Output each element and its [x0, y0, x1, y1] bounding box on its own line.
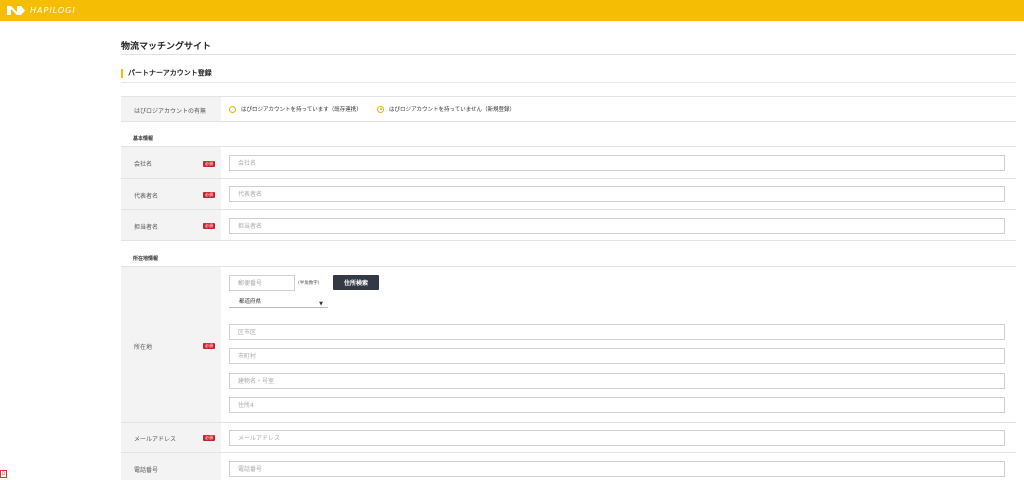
radio-circle-icon[interactable] — [229, 105, 236, 113]
building-input[interactable] — [229, 373, 1005, 389]
chevron-down-icon: ▼ — [319, 301, 323, 307]
required-badge: 必須 — [203, 435, 215, 441]
company-input[interactable] — [229, 155, 1005, 171]
page-title: 物流マッチングサイト — [121, 42, 212, 52]
representative-label-cell: 代表者名 必須 — [121, 179, 221, 209]
contact-label: 担当者名 — [134, 224, 159, 231]
logo-text: HAPILOGI — [30, 6, 76, 15]
email-row: メールアドレス 必須 — [121, 422, 1016, 452]
email-label-cell: メールアドレス 必須 — [121, 423, 221, 452]
radio-label: はぴロジアカウントを持っています（既存連携） — [241, 107, 362, 113]
address-label: 所在地 — [134, 344, 153, 351]
email-label: メールアドレス — [134, 436, 177, 443]
company-row: 会社名 必須 — [121, 146, 1016, 178]
section-title: パートナーアカウント登録 — [121, 69, 212, 78]
representative-row: 代表者名 必須 — [121, 178, 1016, 209]
group-title-basic: 基本情報 — [133, 136, 154, 142]
radio-existing-account[interactable]: はぴロジアカウントを持っています（既存連携） — [229, 105, 362, 113]
n-logo-icon — [7, 6, 25, 15]
contact-input[interactable] — [229, 218, 1005, 234]
phone-input[interactable] — [229, 461, 1005, 477]
postal-note: (半角数字) — [298, 281, 320, 286]
address-label-cell: 所在地 必須 — [121, 267, 221, 422]
contact-label-cell: 担当者名 必須 — [121, 210, 221, 240]
company-label: 会社名 — [134, 161, 153, 168]
logo[interactable]: HAPILOGI — [6, 4, 76, 17]
email-input[interactable] — [229, 430, 1005, 446]
address4-input[interactable] — [229, 397, 1005, 413]
required-badge: 必須 — [203, 192, 215, 198]
section-divider — [121, 82, 1016, 83]
radio-new-account[interactable]: はぴロジアカウントを持っていません（新規登録） — [377, 105, 515, 113]
representative-input[interactable] — [229, 186, 1005, 202]
address-search-button[interactable]: 住所検索 — [333, 275, 379, 290]
group-title-location: 所在地情報 — [133, 256, 159, 262]
radio-selected-icon[interactable] — [377, 105, 384, 113]
town-input[interactable] — [229, 348, 1005, 364]
account-label-cell: はぴロジアカウントの有無 — [121, 97, 221, 121]
city-input[interactable] — [229, 324, 1005, 340]
phone-row: 電話番号 — [121, 452, 1016, 480]
prefecture-value: 都道府県 — [239, 299, 262, 305]
prefecture-select[interactable]: 都道府県 ▼ — [229, 298, 328, 308]
phone-label: 電話番号 — [134, 467, 159, 474]
postal-code-input[interactable] — [229, 275, 295, 291]
corner-badge[interactable]: D — [0, 470, 7, 478]
contact-row: 担当者名 必須 — [121, 209, 1016, 241]
representative-label: 代表者名 — [134, 193, 159, 200]
radio-label: はぴロジアカウントを持っていません（新規登録） — [389, 107, 516, 113]
title-divider — [121, 54, 1016, 55]
required-badge: 必須 — [203, 161, 215, 167]
account-label: はぴロジアカウントの有無 — [134, 108, 207, 115]
required-badge: 必須 — [203, 343, 215, 349]
company-label-cell: 会社名 必須 — [121, 147, 221, 178]
phone-label-cell: 電話番号 — [121, 453, 221, 480]
top-bar: HAPILOGI — [0, 0, 1024, 21]
required-badge: 必須 — [203, 223, 215, 229]
